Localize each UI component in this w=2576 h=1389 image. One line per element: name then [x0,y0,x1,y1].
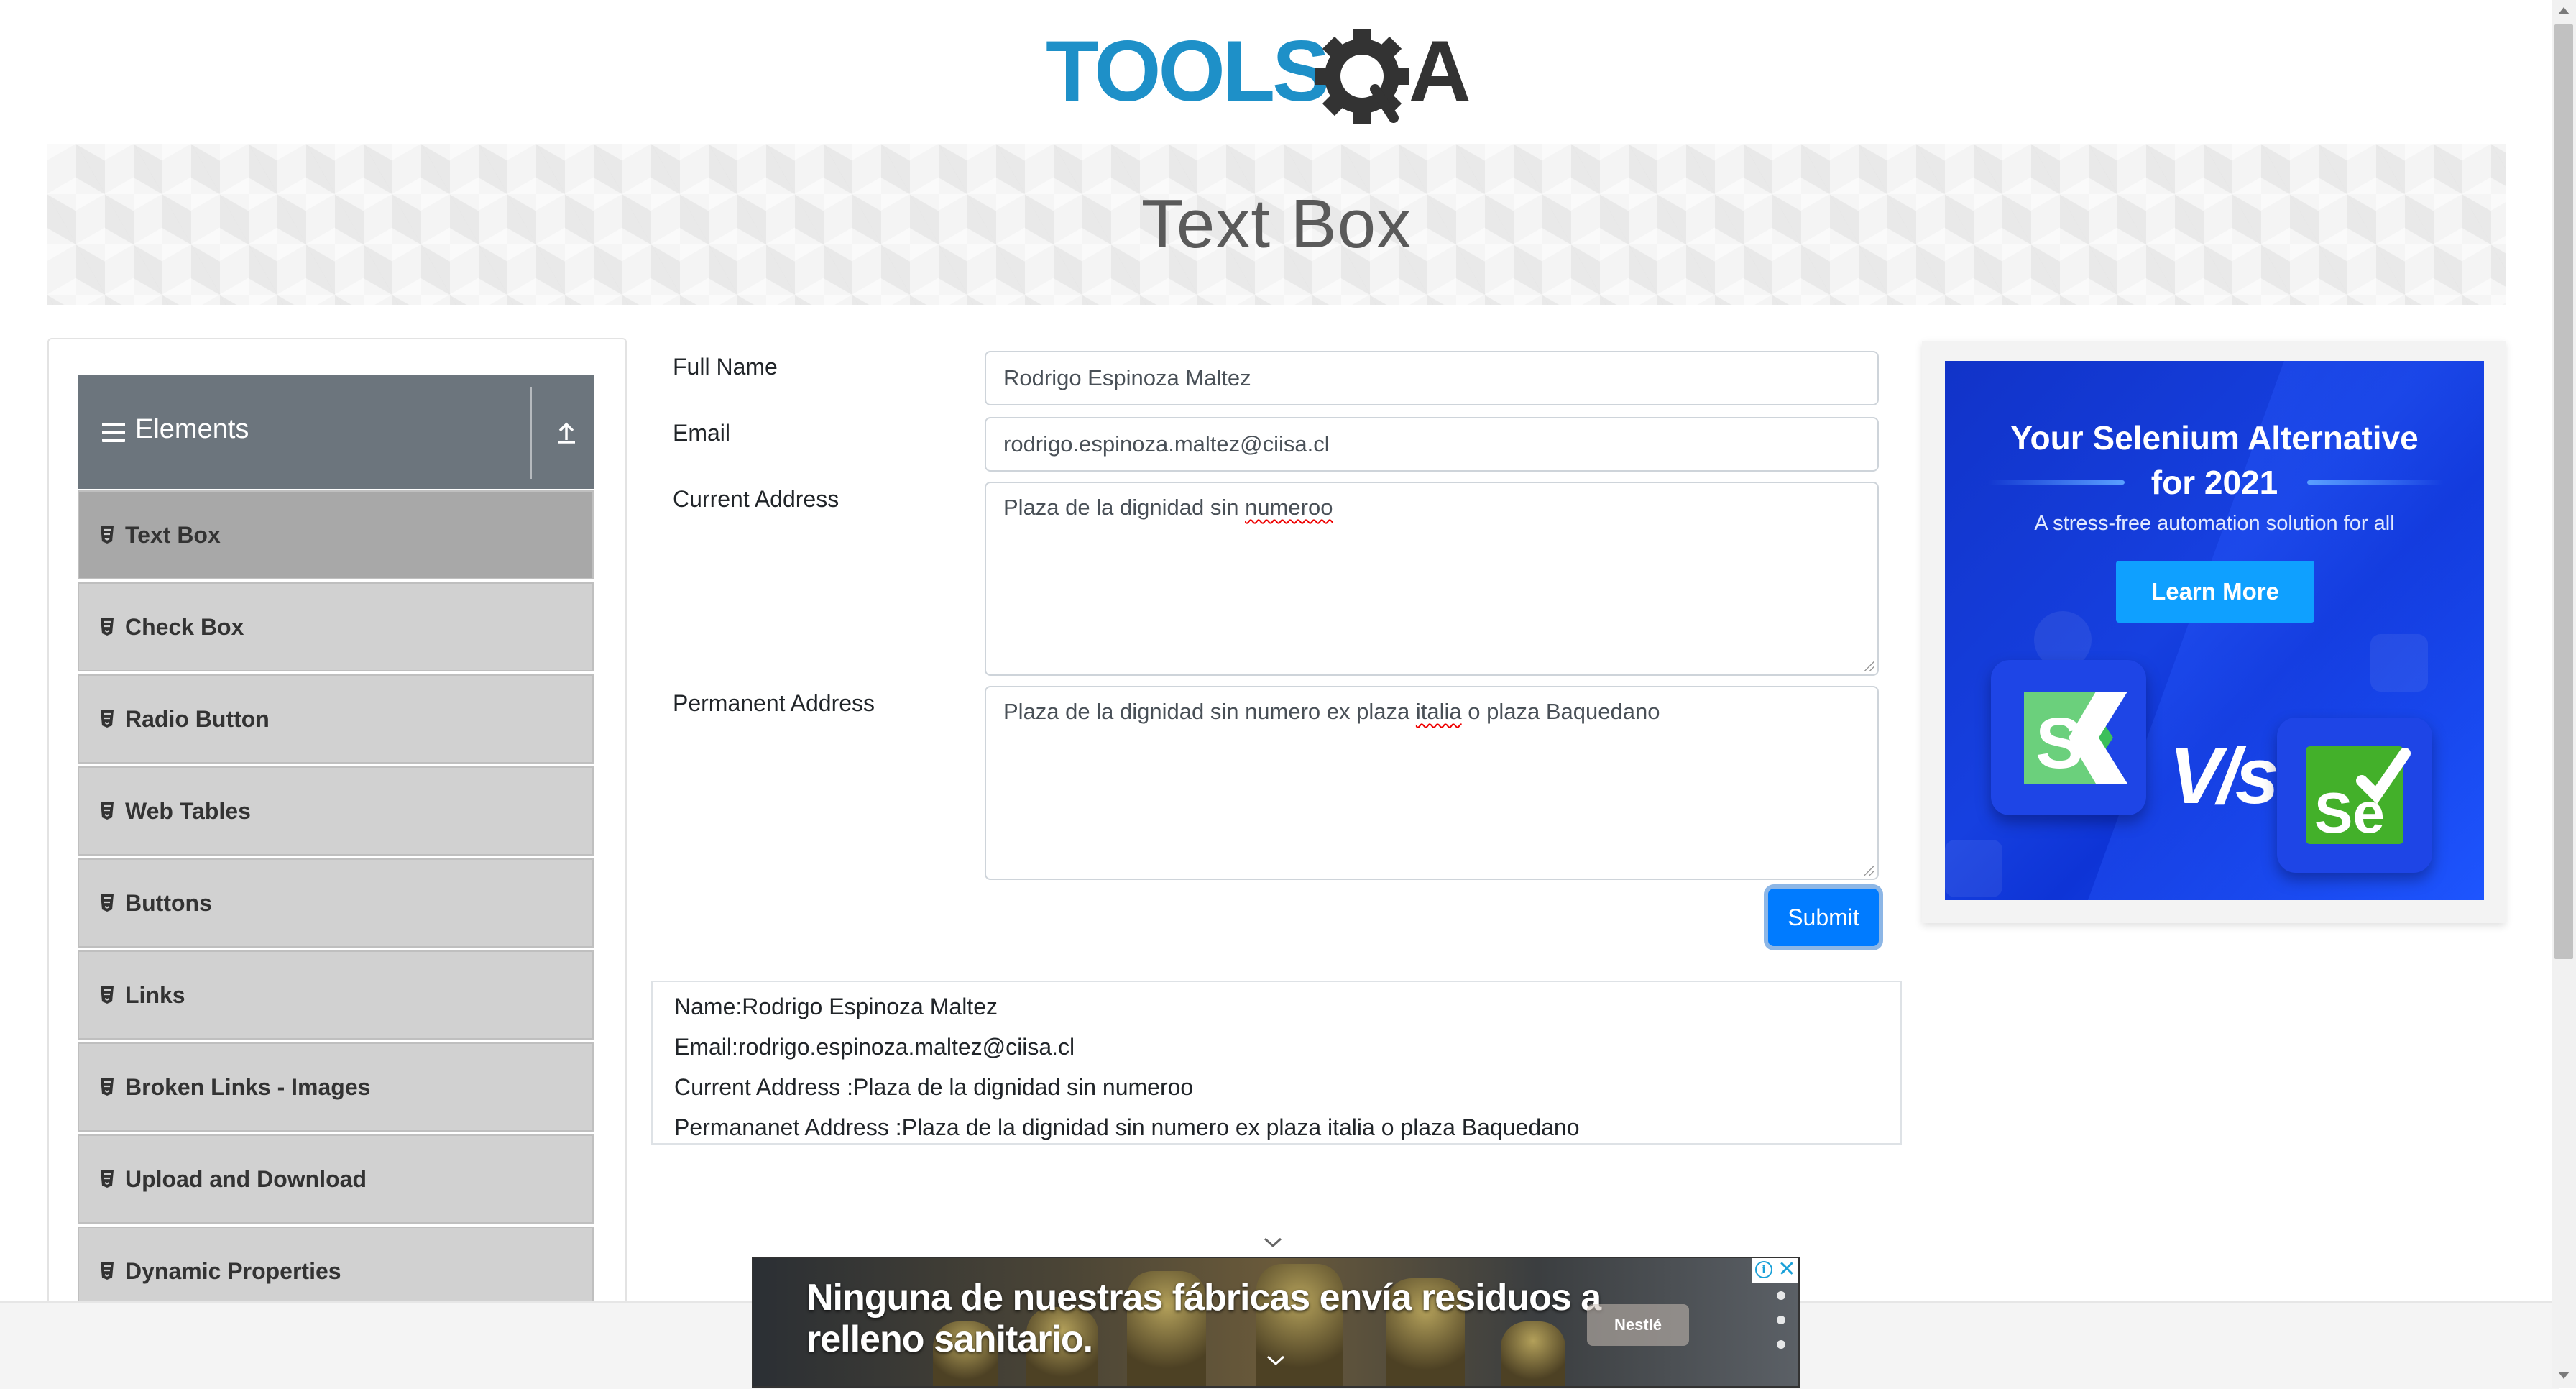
info-icon[interactable]: i [1755,1261,1772,1278]
bottom-ad-banner[interactable]: Ninguna de nuestras fábricas envía resid… [752,1257,1800,1388]
code-icon [2370,634,2428,692]
sidebar-item-radio-button[interactable]: Radio Button [78,674,594,764]
svg-text:S: S [2036,703,2084,784]
group-title: Elements [135,414,249,444]
spellcheck-flagged-word: italia [1415,699,1462,724]
hamburger-icon [102,423,125,443]
close-icon[interactable]: ✕ [1777,1259,1797,1280]
current-address-text: Plaza de la dignidad sin [1003,495,1246,520]
full-name-input[interactable]: Rodrigo Espinoza Maltez [985,351,1879,405]
html5-icon [101,894,114,912]
sidebar-item-upload-download[interactable]: Upload and Download [78,1134,594,1224]
left-sidebar: Elements Text Box Check Box Radio Button… [47,338,627,1388]
permanent-address-text: Plaza de la dignidad sin numero ex plaza [1003,699,1416,724]
output-permanent-address: Permananet Address :Plaza de la dignidad… [674,1114,1580,1140]
page-banner: Text Box [47,144,2506,305]
sidebar-item-web-tables[interactable]: Web Tables [78,766,594,856]
full-name-label: Full Name [673,354,778,380]
scrollbar-thumb[interactable] [2554,24,2573,959]
logo-graphic: TOOLS A [1046,23,1471,124]
sidebar-item-label: Web Tables [125,797,251,824]
sidebar-item-check-box[interactable]: Check Box [78,582,594,671]
html5-icon [101,1262,114,1280]
sidebar-item-label: Links [125,981,185,1008]
elements-menu-list: Text Box Check Box Radio Button Web Tabl… [78,490,594,1319]
output-name: Name:Rodrigo Espinoza Maltez [674,994,998,1019]
resize-handle[interactable] [1864,661,1874,671]
browser-icon [1945,840,2002,897]
ad-headline: Your Selenium Alternative for 2021 [1945,416,2484,505]
spellcheck-flagged-word: numeroo [1245,495,1333,520]
email-input[interactable]: rodrigo.espinoza.maltez@ciisa.cl [985,417,1879,472]
side-ad-banner[interactable]: Your Selenium Alternative for 2021 A str… [1945,361,2484,900]
side-ad-container: Your Selenium Alternative for 2021 A str… [1922,341,2506,923]
email-label: Email [673,420,731,446]
chevron-down-icon[interactable] [1262,1235,1284,1250]
permanent-address-textarea[interactable]: Plaza de la dignidad sin numero ex plaza… [985,686,1879,880]
ad-accent-line [1988,480,2125,485]
sidebar-item-label: Dynamic Properties [125,1257,341,1284]
current-address-textarea[interactable]: Plaza de la dignidad sin numeroo [985,482,1879,676]
html5-icon [101,526,114,544]
html5-icon [101,1170,114,1188]
ad-headline-line1: Your Selenium Alternative [2010,419,2419,457]
sidebar-item-label: Radio Button [125,705,270,732]
header-divider [530,387,532,479]
adchoices-badge[interactable]: i ✕ [1752,1258,1798,1283]
bottom-ad-headline: Ninguna de nuestras fábricas envía resid… [806,1277,1601,1360]
logo-text-a: A [1409,23,1471,119]
toolsqa-logo[interactable]: TOOLS A [1046,20,1513,128]
nestle-logo: Nestlé [1587,1304,1689,1346]
scroll-down-arrow-icon[interactable] [2558,1372,2570,1379]
sidebar-item-text-box[interactable]: Text Box [78,490,594,579]
output-current-address: Current Address :Plaza de la dignidad si… [674,1074,1194,1100]
html5-icon [101,802,114,820]
html5-icon [101,710,114,728]
resize-handle[interactable] [1864,866,1874,876]
permanent-address-text-end: o plaza Baquedano [1461,699,1660,724]
output-box: Name:Rodrigo Espinoza Maltez Email:rodri… [651,981,1902,1145]
arrow-up-icon[interactable] [552,418,581,447]
scroll-up-arrow-icon[interactable] [2558,7,2570,14]
chevron-down-icon[interactable] [1265,1353,1287,1367]
page-scrollbar[interactable] [2552,0,2576,1388]
current-address-label: Current Address [673,486,840,512]
page-title: Text Box [1141,185,1412,262]
learn-more-button[interactable]: Learn More [2116,561,2314,623]
versus-text: V/s [2169,732,2279,820]
sidebar-item-label: Upload and Download [125,1165,367,1192]
html5-icon [101,1078,114,1096]
sidebar-item-broken-links[interactable]: Broken Links - Images [78,1042,594,1132]
html5-icon [101,986,114,1004]
testsigma-logo-icon: S [1991,660,2146,815]
sidebar-item-links[interactable]: Links [78,950,594,1040]
selenium-logo-icon: Se [2277,718,2432,873]
carousel-dots[interactable] [1777,1291,1785,1365]
sidebar-item-label: Check Box [125,613,244,640]
gear-icon [1315,29,1409,124]
bottom-ad-headline-line1: Ninguna de nuestras fábricas envía resid… [806,1277,1601,1319]
sidebar-item-label: Text Box [125,521,221,548]
ad-accent-line [2307,480,2444,485]
html5-icon [101,618,114,636]
output-email: Email:rodrigo.espinoza.maltez@ciisa.cl [674,1034,1075,1060]
bottom-ad-headline-line2: relleno sanitario. [806,1319,1093,1360]
logo-text-tools: TOOLS [1046,23,1327,119]
permanent-address-label: Permanent Address [673,690,875,716]
sidebar-item-label: Buttons [125,889,212,916]
submit-button[interactable]: Submit [1768,889,1879,946]
sidebar-item-buttons[interactable]: Buttons [78,858,594,948]
ad-subtitle: A stress-free automation solution for al… [2034,512,2395,535]
sidebar-item-label: Broken Links - Images [125,1073,371,1100]
elements-group-header[interactable]: Elements [78,375,594,489]
